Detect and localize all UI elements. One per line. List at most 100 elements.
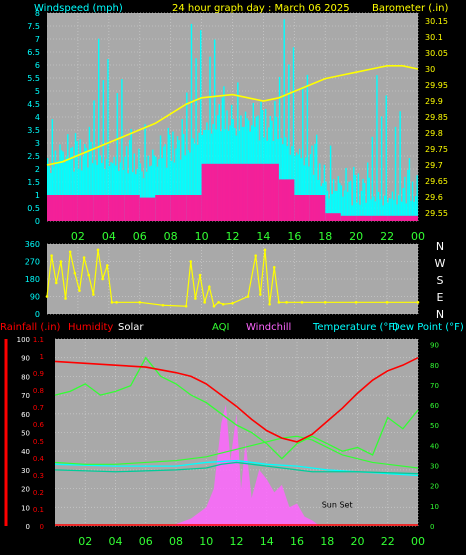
compass-letter-n: N [436,308,444,321]
wind-direction-point [203,301,206,304]
windspeed-bar [345,167,347,221]
gust-band-bar [108,195,125,221]
wind-direction-point [110,301,114,304]
wind-direction-point [54,281,58,285]
panel3-rain-tick-label: 0 [40,523,44,531]
wind-direction-point [208,285,211,289]
compass-letter-s: S [437,274,444,287]
windspeed-axis-title: Windspeed (mph) [34,3,123,14]
panel1-left-tick-label: 1.5 [27,178,40,187]
panel1-x-tick-label: 02 [71,230,85,243]
panel1-x-tick-label: 12 [226,230,240,243]
gust-band-bar [139,197,156,221]
panel3-temp-tick-label: 30 [430,463,439,471]
wind-direction-point [64,297,67,300]
panel3-temp-tick-label: 10 [430,503,439,511]
legend-rainfall: Rainfall (.in) [0,322,61,333]
panel3-temp-tick-label: 90 [430,342,439,350]
panel3-x-tick-label: 08 [169,535,183,548]
wind-direction-point [73,271,77,275]
panel3-humidity-tick-label: 10 [21,504,30,512]
panel2-tick-label: 270 [25,258,40,267]
windspeed-bar [357,173,360,221]
panel1-right-tick-label: 30.05 [425,49,448,58]
windspeed-bar [380,116,383,221]
panel1-left-tick-label: 0 [35,217,40,226]
wind-direction-point [268,302,271,306]
panel3-x-tick-label: 16 [290,535,304,548]
wind-direction-point [87,273,91,277]
wind-direction-point [45,295,49,298]
panel1-left-tick-label: 8 [35,9,40,18]
legend-dewpoint: Dew Point (°F) [392,322,464,333]
wind-direction-point [105,264,109,267]
wind-direction-point [300,301,304,304]
wind-direction-point [68,250,72,254]
gust-band-bar [263,163,279,221]
panel3-temp-tick-label: 40 [430,442,439,450]
wind-direction-point [385,301,389,304]
legend-aqi: AQI [212,322,230,333]
wind-direction-point [198,273,202,277]
wind-barometer-chart: 02 04 06 08 10 12 14 16 18 20 22 0000.511.522.533.5… [27,9,448,243]
panel3-rain-tick-label: 0.2 [33,489,44,497]
panel2-tick-label: 0 [35,310,40,319]
panel1-x-tick-label: 18 [318,230,332,243]
compass-letter-n: N [436,240,444,253]
panel3-rain-tick-label: 0.4 [33,455,45,463]
panel3-x-tick-label: 10 [199,535,213,548]
wind-direction-point [277,301,281,304]
panel3-rain-tick-label: 1 [40,353,44,361]
panel3-humidity-tick-label: 90 [21,355,30,363]
wind-direction-point [272,266,276,269]
panel2-tick-label: 180 [25,275,40,284]
windspeed-bar [368,177,370,221]
panel3-humidity-tick-label: 0 [26,523,30,531]
windspeed-bar [407,169,409,221]
panel3-x-tick-label: 12 [230,535,244,548]
windspeed-bar [385,95,387,221]
panel1-right-tick-label: 30 [425,65,435,74]
panel1-left-tick-label: 1 [35,191,40,200]
gust-band-bar [217,163,233,221]
panel1-left-tick-label: 6 [35,61,40,70]
windspeed-bar [348,181,350,221]
panel1-right-tick-label: 29.95 [425,81,448,90]
panel1-left-tick-label: 5 [35,87,40,96]
gust-band-bar [93,195,109,221]
panel1-right-tick-label: 29.85 [425,113,448,122]
wind-direction-point [50,254,53,257]
panel3-temp-tick-label: 50 [430,422,439,430]
panel3-humidity-tick-label: 80 [21,373,30,381]
gust-band-bar [62,195,78,221]
panel3-humidity-tick-label: 100 [17,336,30,344]
panel1-left-tick-label: 4 [35,113,40,122]
panel3-rain-tick-label: 0.7 [33,404,44,412]
panel1-right-tick-label: 29.9 [425,97,443,106]
wind-direction-point [212,304,216,308]
panel3-temp-tick-label: 80 [430,362,439,370]
panel3-rain-tick-label: 0.5 [33,438,44,446]
panel1-x-tick-label: 10 [195,230,209,243]
wind-direction-point [184,304,188,308]
legend-solar: Solar [118,322,144,333]
wind-direction-point [221,302,225,306]
wind-direction-point [92,293,95,296]
wind-direction-point [246,295,250,298]
windspeed-bar [329,145,332,221]
windspeed-bar [363,183,366,221]
wind-direction-point [96,248,100,252]
panel1-left-tick-label: 6.5 [27,48,40,57]
panel3-humidity-tick-label: 40 [21,448,30,456]
panel3-rain-tick-label: 0.8 [33,387,44,395]
windspeed-bar [371,136,374,221]
gust-band-bar [387,215,403,221]
wind-direction-point [263,248,267,252]
wind-direction-point [78,289,81,292]
panel1-x-tick-label: 16 [287,230,301,243]
windspeed-bar [399,111,401,221]
panel3-rain-tick-label: 1.1 [33,336,44,344]
panel1-left-tick-label: 5.5 [27,74,40,83]
gust-band-bar [278,179,295,221]
windspeed-bar [190,23,193,222]
